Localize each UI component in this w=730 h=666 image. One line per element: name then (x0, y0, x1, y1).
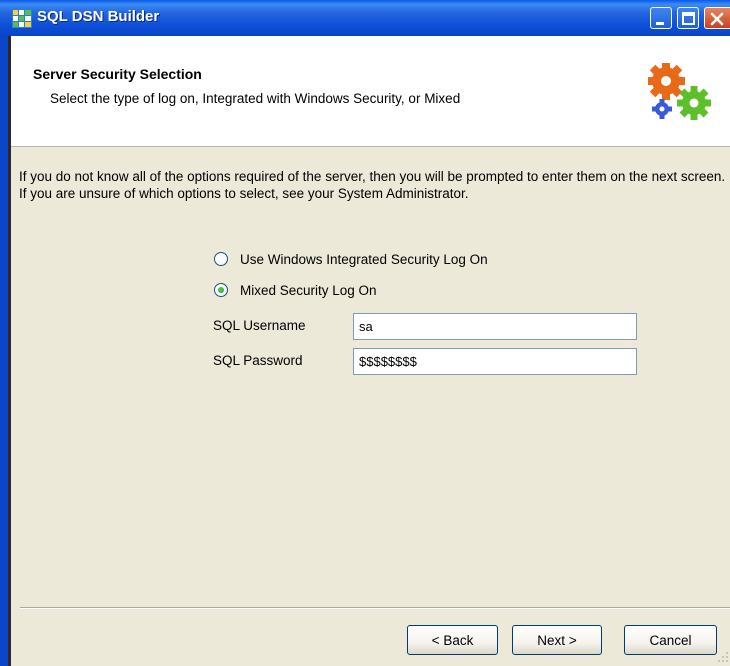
cancel-button-label: Cancel (649, 632, 692, 648)
radio-selected-dot (218, 287, 224, 293)
gears-icon (648, 63, 711, 120)
window-title: SQL DSN Builder (37, 8, 160, 25)
close-icon (710, 12, 724, 26)
radio-label-windows-integrated: Use Windows Integrated Security Log On (240, 251, 488, 267)
minimize-icon (656, 22, 664, 25)
back-arrow-icon: < (431, 632, 444, 648)
sql-username-input[interactable] (353, 313, 637, 340)
title-bar[interactable]: SQL DSN Builder (0, 0, 730, 36)
sql-password-label: SQL Password (213, 353, 303, 368)
next-button[interactable]: Next > (512, 625, 602, 655)
resize-grip-icon[interactable] (712, 648, 730, 666)
next-button-label: Next (537, 632, 566, 648)
sql-username-label: SQL Username (213, 318, 306, 333)
radio-button-selected[interactable] (214, 283, 228, 297)
radio-label-mixed-security: Mixed Security Log On (240, 282, 377, 298)
page-subtitle: Select the type of log on, Integrated wi… (50, 91, 461, 106)
radio-windows-integrated[interactable]: Use Windows Integrated Security Log On (214, 249, 488, 269)
close-button[interactable] (704, 7, 730, 29)
app-grid-icon (12, 9, 32, 28)
instructions-text: If you do not know all of the options re… (19, 169, 726, 201)
minimize-button[interactable] (650, 7, 672, 29)
page-title: Server Security Selection (33, 66, 202, 82)
radio-mixed-security[interactable]: Mixed Security Log On (214, 280, 377, 300)
maximize-icon (682, 12, 695, 25)
radio-button[interactable] (214, 252, 228, 266)
back-button-label: Back (443, 632, 474, 648)
dialog-window: SQL DSN Builder Server Security Selectio… (0, 0, 730, 666)
next-arrow-icon: > (565, 632, 577, 648)
window-border (0, 0, 8, 666)
cancel-button[interactable]: Cancel (624, 625, 717, 655)
maximize-button[interactable] (677, 7, 699, 29)
wizard-header: Server Security Selection Select the typ… (11, 36, 730, 147)
sql-password-input[interactable] (353, 348, 637, 375)
back-button[interactable]: < Back (407, 625, 498, 655)
button-separator (20, 607, 730, 609)
